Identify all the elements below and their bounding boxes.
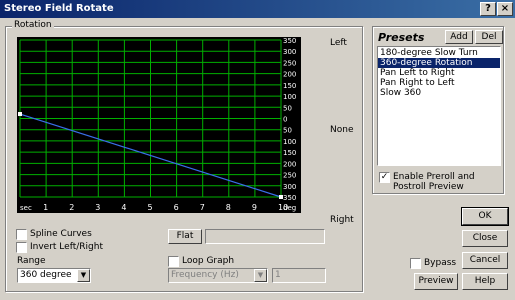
frequency-select[interactable]: Frequency (Hz) ▼	[168, 268, 268, 283]
end-handle	[279, 195, 283, 199]
title-bar: Stereo Field Rotate	[0, 0, 515, 18]
presets-list-items: 180-degree Slow Turn 360-degree Rotation P…	[378, 48, 500, 98]
checkmark-icon: ✓	[380, 172, 389, 182]
preset-item[interactable]: 360-degree Rotation	[378, 58, 500, 68]
help-button[interactable]: Help	[462, 273, 508, 290]
x-tick-label: 7	[200, 203, 205, 212]
y-tick-label: 300	[283, 183, 296, 191]
close-title-button[interactable]: ×	[497, 2, 513, 16]
delete-preset-button[interactable]: Del	[475, 30, 503, 44]
add-preset-button[interactable]: Add	[445, 30, 473, 44]
y-tick-label: 200	[283, 160, 296, 168]
x-tick-label: 5	[148, 203, 153, 212]
close-button[interactable]: Close	[462, 230, 508, 247]
right-side-label: Right	[330, 215, 354, 225]
invert-checkbox[interactable]	[16, 242, 27, 253]
preset-item[interactable]: 180-degree Slow Turn	[378, 48, 500, 58]
left-side-label: Left	[330, 38, 347, 48]
y-tick-label: 50	[283, 104, 292, 112]
y-tick-label: 150	[283, 82, 296, 90]
bypass-checkbox[interactable]	[410, 258, 421, 269]
x-tick-label: 3	[95, 203, 100, 212]
y-tick-label: 150	[283, 149, 296, 157]
help-title-button[interactable]: ?	[480, 2, 496, 16]
spline-curves-checkbox[interactable]	[16, 229, 27, 240]
y-tick-label: 250	[283, 59, 296, 67]
y-tick-label: 350	[283, 194, 296, 202]
graph-canvas[interactable]: 3503002502001501005005010015020025030035…	[17, 37, 301, 213]
preset-item[interactable]: Pan Left to Right	[378, 68, 500, 78]
y-tick-label: 250	[283, 172, 296, 180]
frequency-input[interactable]: 1	[272, 268, 326, 283]
y-tick-label: 300	[283, 48, 296, 56]
range-select[interactable]: 360 degree ▼	[17, 268, 91, 283]
preset-item[interactable]: Slow 360	[378, 88, 500, 98]
range-label: Range	[17, 256, 46, 266]
x-tick-label: 6	[174, 203, 179, 212]
x-tick-label: 4	[121, 203, 126, 212]
x-tick-label: 2	[69, 203, 74, 212]
chevron-down-icon: ▼	[80, 271, 87, 279]
frequency-dropdown-button[interactable]: ▼	[254, 269, 267, 282]
x-tick-label: 8	[226, 203, 231, 212]
start-handle	[18, 112, 22, 117]
close-icon: ×	[500, 3, 510, 14]
invert-label: Invert Left/Right	[30, 242, 103, 252]
flat-value-field	[205, 229, 325, 244]
bypass-label: Bypass	[424, 258, 457, 268]
preview-button[interactable]: Preview	[414, 273, 458, 290]
frequency-number: 1	[275, 270, 281, 280]
x-start-label: sec	[20, 204, 32, 212]
chevron-down-icon: ▼	[257, 271, 264, 279]
rotation-group-label: Rotation	[12, 20, 54, 30]
y-tick-label: 200	[283, 71, 296, 79]
enable-preroll-checkbox[interactable]: ✓	[379, 172, 390, 183]
y-tick-label: 100	[283, 138, 296, 146]
range-dropdown-button[interactable]: ▼	[77, 269, 90, 282]
y-tick-label: 350	[283, 37, 296, 45]
ok-button[interactable]: OK	[461, 207, 509, 226]
x-end-label: deg	[283, 204, 296, 212]
flat-button[interactable]: Flat	[168, 229, 202, 244]
enable-preroll-label: Enable Preroll and Postroll Preview	[393, 172, 475, 192]
presets-list[interactable]: 180-degree Slow Turn 360-degree Rotation P…	[377, 46, 501, 166]
range-value: 360 degree	[20, 270, 72, 280]
x-tick-label: 9	[252, 203, 257, 212]
none-side-label: None	[330, 125, 354, 135]
y-tick-label: 100	[283, 93, 296, 101]
y-tick-label: 0	[283, 116, 287, 124]
rotation-graph[interactable]: 350 300 250 200 150 100 50 0 50 100 150 200 250 300 35…	[17, 37, 301, 213]
spline-curves-label: Spline Curves	[30, 229, 92, 239]
frequency-value: Frequency (Hz)	[171, 270, 239, 280]
loop-graph-checkbox[interactable]	[168, 256, 179, 267]
y-tick-label: 50	[283, 127, 292, 135]
cancel-button[interactable]: Cancel	[462, 252, 508, 269]
window-title: Stereo Field Rotate	[4, 3, 114, 14]
loop-graph-label: Loop Graph	[182, 256, 235, 266]
x-tick-label: 1	[43, 203, 48, 212]
presets-label: Presets	[378, 31, 425, 44]
preset-item[interactable]: Pan Right to Left	[378, 78, 500, 88]
